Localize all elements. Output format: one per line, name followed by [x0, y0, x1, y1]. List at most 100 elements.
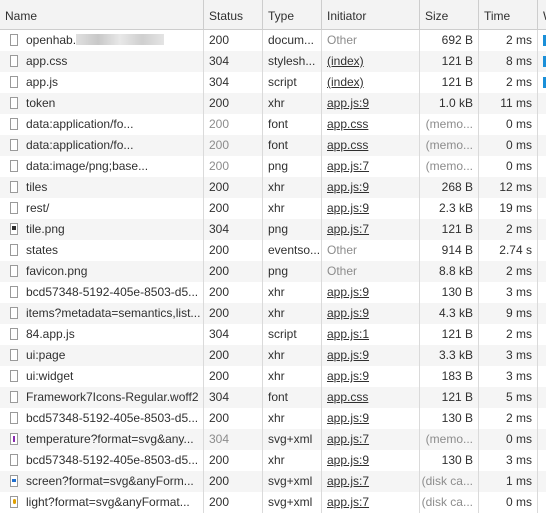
- request-name-cell[interactable]: states: [0, 240, 204, 261]
- initiator-cell: app.js:9: [322, 408, 420, 429]
- initiator-link[interactable]: app.js:7: [327, 432, 369, 446]
- initiator-link[interactable]: app.js:9: [327, 306, 369, 320]
- table-row[interactable]: app.css 304 stylesh... (index) 121 B8 ms: [0, 51, 546, 72]
- request-name: ui:page: [26, 348, 66, 362]
- column-header-time[interactable]: Time: [479, 0, 538, 29]
- file-icon: [10, 349, 18, 361]
- request-name-cell[interactable]: tiles: [0, 177, 204, 198]
- column-header-status[interactable]: Status: [204, 0, 263, 29]
- table-row[interactable]: data:application/fo... 200 font app.css (mem…: [0, 114, 546, 135]
- waterfall-cell: [538, 219, 546, 240]
- request-name-cell[interactable]: screen?format=svg&anyForm...: [0, 471, 204, 492]
- initiator-cell: app.js:7: [322, 156, 420, 177]
- request-name-cell[interactable]: bcd57348-5192-405e-8503-d5...: [0, 408, 204, 429]
- initiator-link[interactable]: app.js:9: [327, 285, 369, 299]
- request-name-cell[interactable]: items?metadata=semantics,list...: [0, 303, 204, 324]
- table-row[interactable]: ui:widget 200 xhr app.js:9 183 B3 ms: [0, 366, 546, 387]
- size-cell: 3.3 kB: [420, 345, 479, 366]
- table-row[interactable]: data:image/png;base... 200 png app.js:7 (mem…: [0, 156, 546, 177]
- request-name-cell[interactable]: light?format=svg&anyFormat...: [0, 492, 204, 513]
- request-name-cell[interactable]: ui:page: [0, 345, 204, 366]
- table-row[interactable]: light?format=svg&anyFormat... 200 svg+xml a…: [0, 492, 546, 513]
- file-icon: [10, 55, 18, 67]
- request-name-cell[interactable]: ui:widget: [0, 366, 204, 387]
- request-name-cell[interactable]: favicon.png: [0, 261, 204, 282]
- request-name-cell[interactable]: rest/: [0, 198, 204, 219]
- column-header-initiator[interactable]: Initiator: [322, 0, 420, 29]
- request-name-cell[interactable]: bcd57348-5192-405e-8503-d5...: [0, 450, 204, 471]
- table-row[interactable]: 84.app.js 304 script app.js:1 121 B2 ms: [0, 324, 546, 345]
- time-cell: 9 ms: [479, 303, 538, 324]
- table-row[interactable]: bcd57348-5192-405e-8503-d5... 200 xhr app.j…: [0, 450, 546, 471]
- table-row[interactable]: items?metadata=semantics,list... 200 xhr ap…: [0, 303, 546, 324]
- initiator-link[interactable]: app.js:1: [327, 327, 369, 341]
- table-row[interactable]: rest/200 xhr app.js:9 2.3 kB 19 ms: [0, 198, 546, 219]
- request-name-cell[interactable]: token: [0, 93, 204, 114]
- initiator-link[interactable]: app.js:7: [327, 495, 369, 509]
- table-row[interactable]: openhab. 200 docum... Other 692 B2 ms: [0, 30, 546, 51]
- initiator-link[interactable]: app.js:7: [327, 222, 369, 236]
- table-row[interactable]: tile.png 304 png app.js:7 121 B2 ms: [0, 219, 546, 240]
- table-row[interactable]: data:application/fo... 200 font app.css (mem…: [0, 135, 546, 156]
- initiator-link[interactable]: app.js:9: [327, 201, 369, 215]
- table-row[interactable]: screen?format=svg&anyForm... 200 svg+xml ap…: [0, 471, 546, 492]
- waterfall-cell: [538, 135, 546, 156]
- initiator-link[interactable]: app.css: [327, 390, 368, 404]
- initiator-link[interactable]: app.js:9: [327, 411, 369, 425]
- request-name-cell[interactable]: data:image/png;base...: [0, 156, 204, 177]
- initiator-link[interactable]: (index): [327, 54, 364, 68]
- waterfall-cell: [538, 93, 546, 114]
- initiator-link[interactable]: app.css: [327, 117, 368, 131]
- table-row[interactable]: token 200 xhr app.js:9 1.0 kB 11 ms: [0, 93, 546, 114]
- initiator-link[interactable]: app.js:7: [327, 474, 369, 488]
- request-name-cell[interactable]: Framework7Icons-Regular.woff2: [0, 387, 204, 408]
- table-row[interactable]: ui:page 200 xhr app.js:9 3.3 kB 3 ms: [0, 345, 546, 366]
- initiator-link[interactable]: app.js:9: [327, 453, 369, 467]
- request-name-cell[interactable]: 84.app.js: [0, 324, 204, 345]
- status-cell: 200: [204, 30, 263, 51]
- table-row[interactable]: states 200 eventso... Other 914 B 2.74 s: [0, 240, 546, 261]
- request-name-cell[interactable]: data:application/fo...: [0, 135, 204, 156]
- column-header-type[interactable]: Type: [263, 0, 322, 29]
- request-name-cell[interactable]: openhab.: [0, 30, 204, 51]
- svg-screen-icon: [10, 475, 18, 487]
- size-cell: 130 B: [420, 408, 479, 429]
- type-cell: png: [263, 261, 322, 282]
- table-row[interactable]: app.js 304 script (index) 121 B2 ms: [0, 72, 546, 93]
- waterfall-cell: [538, 51, 546, 72]
- table-row[interactable]: Framework7Icons-Regular.woff2 304 font app.…: [0, 387, 546, 408]
- initiator-cell: Other: [322, 240, 420, 261]
- request-name-cell[interactable]: app.css: [0, 51, 204, 72]
- table-row[interactable]: tiles 200 xhr app.js:9 268 B 12 ms: [0, 177, 546, 198]
- request-name-cell[interactable]: data:application/fo...: [0, 114, 204, 135]
- column-header-size[interactable]: Size: [420, 0, 479, 29]
- request-name-cell[interactable]: app.js: [0, 72, 204, 93]
- table-row[interactable]: bcd57348-5192-405e-8503-d5... 200 xhr app.j…: [0, 282, 546, 303]
- initiator-cell: app.js:9: [322, 198, 420, 219]
- initiator-link[interactable]: app.css: [327, 138, 368, 152]
- waterfall-cell: [538, 261, 546, 282]
- request-name-cell[interactable]: tile.png: [0, 219, 204, 240]
- initiator-link[interactable]: app.js:9: [327, 96, 369, 110]
- initiator-link[interactable]: app.js:7: [327, 159, 369, 173]
- waterfall-cell: [538, 324, 546, 345]
- size-cell: 692 B: [420, 30, 479, 51]
- initiator-link[interactable]: app.js:9: [327, 348, 369, 362]
- type-cell: font: [263, 387, 322, 408]
- time-cell: 2 ms: [479, 30, 538, 51]
- status-cell: 304: [204, 219, 263, 240]
- table-row[interactable]: bcd57348-5192-405e-8503-d5... 200 xhr app.j…: [0, 408, 546, 429]
- type-cell: font: [263, 114, 322, 135]
- request-name-cell[interactable]: bcd57348-5192-405e-8503-d5...: [0, 282, 204, 303]
- status-cell: 200: [204, 345, 263, 366]
- initiator-link[interactable]: (index): [327, 75, 364, 89]
- status-cell: 200: [204, 93, 263, 114]
- initiator-link[interactable]: app.js:9: [327, 180, 369, 194]
- table-row[interactable]: temperature?format=svg&any... 304 svg+xml a…: [0, 429, 546, 450]
- column-header-waterfall[interactable]: W: [538, 0, 546, 29]
- request-name-cell[interactable]: temperature?format=svg&any...: [0, 429, 204, 450]
- column-header-name[interactable]: Name: [0, 0, 204, 29]
- request-name: favicon.png: [26, 264, 88, 278]
- initiator-link[interactable]: app.js:9: [327, 369, 369, 383]
- table-row[interactable]: favicon.png 200 png Other 8.8 kB 2 ms: [0, 261, 546, 282]
